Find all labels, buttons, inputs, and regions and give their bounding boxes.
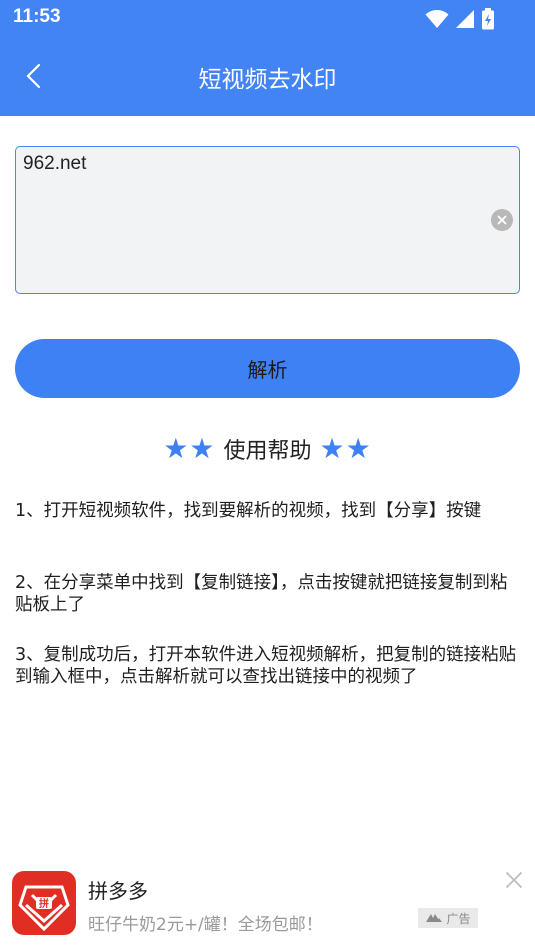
signal-icon [456, 10, 474, 28]
ad-source-icon [426, 914, 443, 922]
help-step-1: 1、打开短视频软件，找到要解析的视频，找到【分享】按键 [15, 501, 482, 521]
ad-badge: 广告 [418, 908, 478, 928]
svg-text:拼: 拼 [39, 897, 49, 910]
help-heading: ★★ 使用帮助 ★★ [0, 432, 535, 465]
ad-banner[interactable]: 拼 拼多多 旺仔牛奶2元+/罐！全场包邮！ 广告 [0, 861, 535, 951]
stars-right-icon: ★★ [319, 432, 372, 465]
ad-badge-label: 广告 [446, 911, 471, 926]
clear-input-button[interactable] [491, 209, 513, 231]
ad-close-button[interactable] [503, 869, 525, 891]
url-input[interactable]: 962.net [15, 146, 520, 294]
parse-button[interactable]: 解析 [15, 339, 520, 398]
help-step-2: 2、在分享菜单中找到【复制链接】，点击按键就把链接复制到粘贴板上了 [15, 573, 508, 615]
status-icons [425, 8, 495, 30]
status-time: 11:53 [13, 6, 61, 27]
page-title: 短视频去水印 [198, 67, 337, 93]
ad-description[interactable]: 旺仔牛奶2元+/罐！全场包邮！ [88, 910, 323, 935]
wifi-icon [425, 10, 449, 28]
clear-circle-icon [497, 215, 507, 225]
pinduoduo-logo[interactable]: 拼 [12, 871, 76, 935]
battery-icon [482, 8, 494, 30]
app-header: 11:53 短视频去水印 [0, 0, 535, 116]
stars-left-icon: ★★ [163, 432, 216, 465]
help-title: 使用帮助 [223, 438, 312, 464]
help-step-3: 3、复制成功后，打开本软件进入短视频解析，把复制的链接粘贴到输入框中，点击解析就… [15, 645, 517, 687]
ad-title[interactable]: 拼多多 [88, 875, 148, 904]
close-icon [506, 872, 522, 888]
url-input-value[interactable]: 962.net [23, 153, 86, 175]
